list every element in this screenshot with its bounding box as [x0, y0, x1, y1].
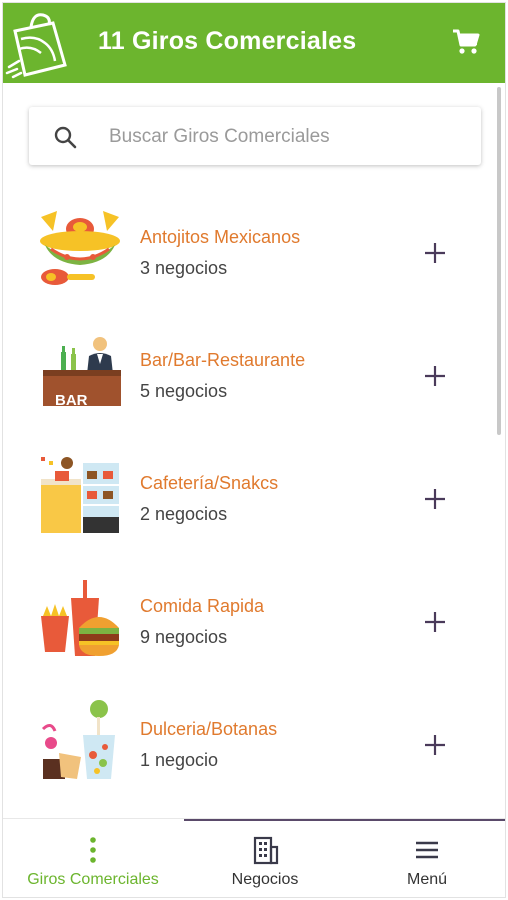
- list-item[interactable]: Comida Rapida 9 negocios: [3, 554, 497, 677]
- category-name: Antojitos Mexicanos: [140, 227, 301, 247]
- page-title: 11 Giros Comerciales: [98, 27, 357, 55]
- category-name: Cafetería/Snakcs: [140, 473, 279, 493]
- shopping-bag-logo-icon: [5, 13, 67, 79]
- sombrero-icon: [40, 211, 120, 285]
- tab-menu[interactable]: Menú: [343, 819, 505, 897]
- fast-food-icon: [41, 580, 119, 656]
- list-item[interactable]: Dulceria/Botanas 1 negocio: [3, 677, 497, 800]
- plus-icon[interactable]: [423, 487, 447, 511]
- plus-icon[interactable]: [423, 364, 447, 388]
- cafeteria-icon: [41, 457, 119, 533]
- category-count: 5 negocios: [140, 381, 228, 401]
- category-name: Comida Rapida: [140, 596, 265, 616]
- candy-icon: [41, 700, 115, 779]
- category-count: 3 negocios: [140, 258, 228, 278]
- app-frame: 11 Giros Comerciales Buscar Giros Comerc…: [3, 3, 505, 897]
- category-count: 2 negocios: [140, 504, 228, 524]
- category-count: 1 negocio: [140, 750, 219, 770]
- tab-label: Negocios: [231, 871, 299, 888]
- bottom-navigation: Giros Comerciales Negocios Menú: [3, 818, 505, 897]
- category-name: Dulceria/Botanas: [140, 719, 278, 739]
- plus-icon[interactable]: [423, 733, 447, 757]
- tab-giros-comerciales[interactable]: Giros Comerciales: [9, 819, 177, 897]
- scrollbar[interactable]: [497, 87, 501, 435]
- category-name: Bar/Bar-Restaurante: [140, 350, 306, 370]
- list-item[interactable]: Cafetería/Snakcs 2 negocios: [3, 431, 497, 554]
- building-icon: [253, 836, 279, 865]
- category-list: Antojitos Mexicanos 3 negocios Bar/Bar-R…: [3, 185, 497, 800]
- plus-icon[interactable]: [423, 610, 447, 634]
- tab-negocios[interactable]: Negocios: [181, 819, 349, 897]
- plus-icon[interactable]: [423, 241, 447, 265]
- cart-icon[interactable]: [451, 27, 481, 57]
- hamburger-menu-icon: [416, 841, 438, 859]
- search-bar[interactable]: [29, 107, 481, 165]
- list-item[interactable]: Bar/Bar-Restaurante 5 negocios BAR: [3, 308, 497, 431]
- dots-vertical-icon: [90, 837, 96, 863]
- tab-label: Giros Comerciales: [27, 871, 159, 888]
- search-input[interactable]: [107, 121, 461, 153]
- category-count: 9 negocios: [140, 627, 228, 647]
- tab-label: Menú: [406, 871, 448, 888]
- search-icon[interactable]: [53, 125, 77, 149]
- bar-sign-text: BAR: [55, 392, 88, 409]
- list-item[interactable]: Antojitos Mexicanos 3 negocios: [3, 185, 497, 308]
- app-bar: 11 Giros Comerciales: [3, 3, 505, 83]
